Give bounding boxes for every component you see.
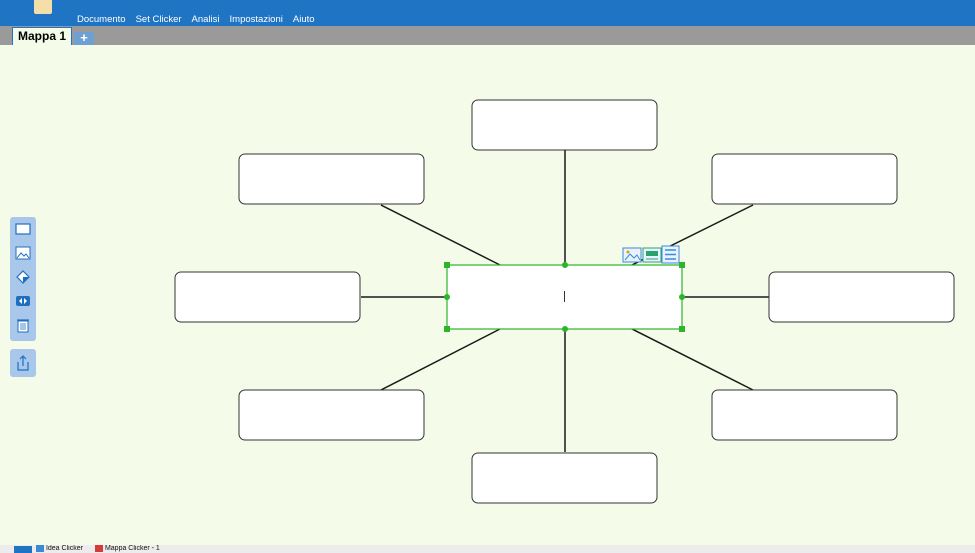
image-icon[interactable] <box>15 245 31 261</box>
rectangle-icon[interactable] <box>15 221 31 237</box>
trash-icon[interactable] <box>15 317 31 333</box>
menu-bar: Documento Set Clicker Analisi Impostazio… <box>0 0 975 26</box>
taskbar-item-label: Mappa Clicker - 1 <box>104 545 160 552</box>
tab-bar <box>0 26 975 45</box>
node-box-bottom <box>471 452 658 504</box>
app-logo <box>34 0 52 14</box>
node-box-top-right <box>711 153 898 205</box>
connector-bottom-right <box>631 328 754 391</box>
mappa-clicker-icon <box>95 545 103 552</box>
node-box-right <box>768 271 955 323</box>
map-canvas[interactable] <box>0 45 975 545</box>
node-box-top <box>471 99 658 151</box>
list-icon <box>661 245 680 264</box>
export-icon[interactable] <box>15 355 31 371</box>
node-edit-icons <box>622 245 680 264</box>
insert-image-icon <box>622 247 642 263</box>
connector-top-left <box>380 204 501 266</box>
idea-clicker-icon <box>36 545 44 552</box>
connector-bottom-left <box>380 328 501 391</box>
menu-impostazioni[interactable]: Impostazioni <box>230 13 283 26</box>
menu-analisi[interactable]: Analisi <box>192 13 220 26</box>
swap-icon[interactable] <box>15 293 31 309</box>
node-box-left <box>174 271 361 323</box>
menu-aiuto[interactable]: Aiuto <box>293 13 315 26</box>
taskbar-item-label: Idea Clicker <box>45 545 83 552</box>
taskbar-idea-clicker[interactable]: Idea Clicker <box>36 545 83 553</box>
add-tab-button[interactable]: + <box>74 31 94 45</box>
node-box-top-left <box>238 153 425 205</box>
keyboard-icon <box>642 247 662 263</box>
tab-mappa-1[interactable]: Mappa 1 <box>12 27 73 45</box>
taskbar: Idea Clicker Mappa Clicker - 1 <box>0 545 975 553</box>
node-box-bottom-right <box>711 389 898 441</box>
start-icon[interactable] <box>14 546 32 553</box>
export-toolbar <box>10 349 36 377</box>
left-toolbar <box>10 217 36 341</box>
menu-set-clicker[interactable]: Set Clicker <box>136 13 182 26</box>
node-box-bottom-left <box>238 389 425 441</box>
taskbar-mappa-clicker[interactable]: Mappa Clicker - 1 <box>95 545 160 553</box>
fill-icon[interactable] <box>15 269 31 285</box>
menu-documento[interactable]: Documento <box>77 13 126 26</box>
